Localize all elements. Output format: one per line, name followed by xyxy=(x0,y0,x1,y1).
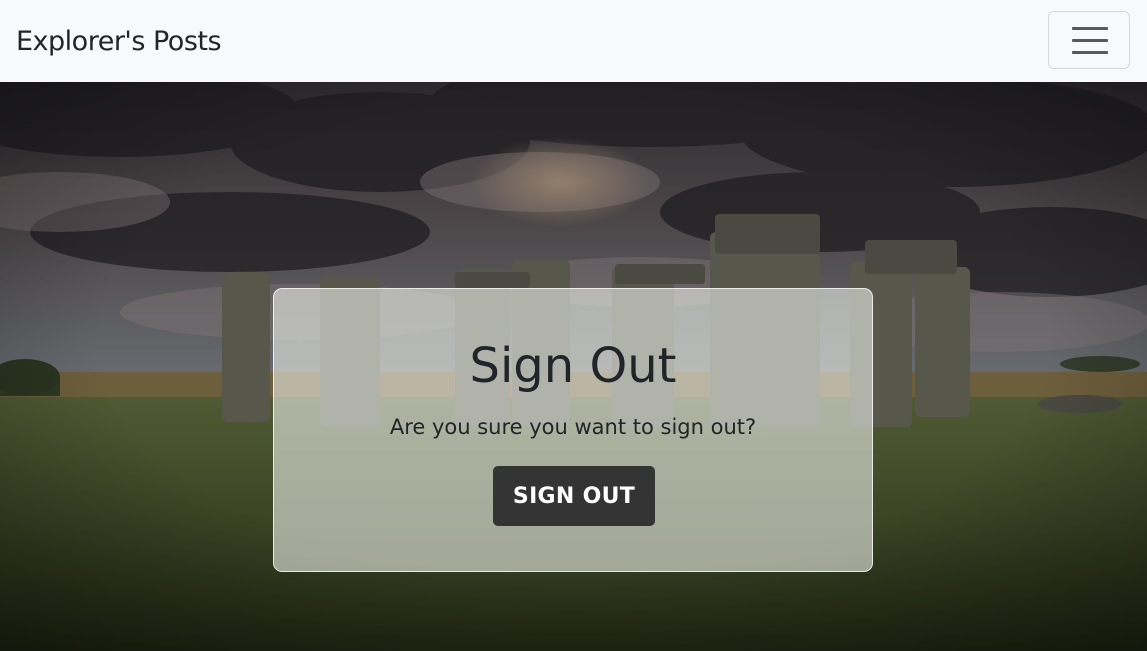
confirm-message: Are you sure you want to sign out? xyxy=(389,415,757,439)
page-title: Sign Out xyxy=(469,338,677,394)
signout-card: Sign Out Are you sure you want to sign o… xyxy=(273,288,873,572)
sign-out-button[interactable]: SIGN OUT xyxy=(493,466,655,526)
navbar-brand[interactable]: Explorer's Posts xyxy=(16,22,222,62)
menu-toggle-button[interactable] xyxy=(1048,11,1130,69)
hamburger-icon xyxy=(1072,27,1108,55)
navbar: Explorer's Posts xyxy=(0,0,1147,82)
